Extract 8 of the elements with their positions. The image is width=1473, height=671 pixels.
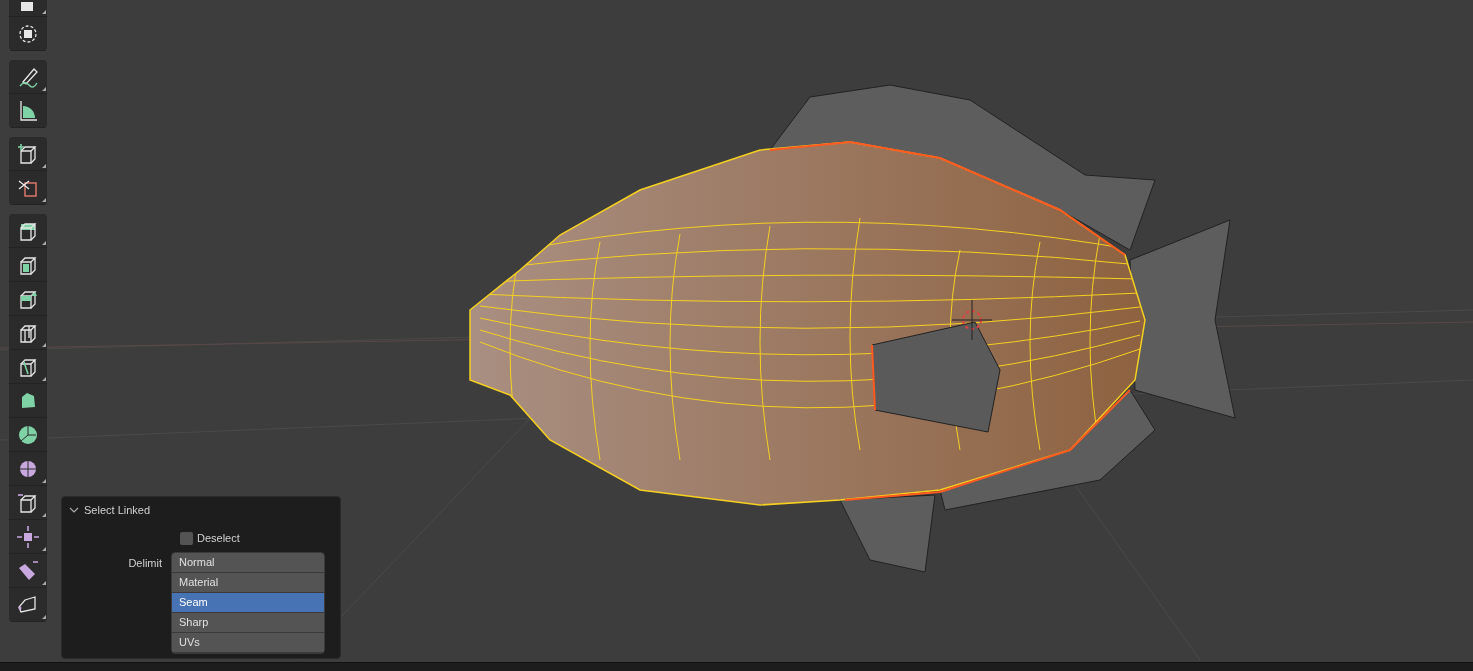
delimit-option[interactable]: Normal	[172, 552, 324, 573]
deselect-label: Deselect	[197, 531, 240, 546]
delimit-option[interactable]: UVs	[172, 632, 324, 653]
panel-title: Select Linked	[84, 502, 151, 518]
delimit-option[interactable]: Material	[172, 572, 324, 593]
delimit-option[interactable]: Sharp	[172, 612, 324, 633]
delimit-option[interactable]: Seam	[172, 592, 324, 613]
delimit-label: Delimit	[127, 555, 163, 571]
